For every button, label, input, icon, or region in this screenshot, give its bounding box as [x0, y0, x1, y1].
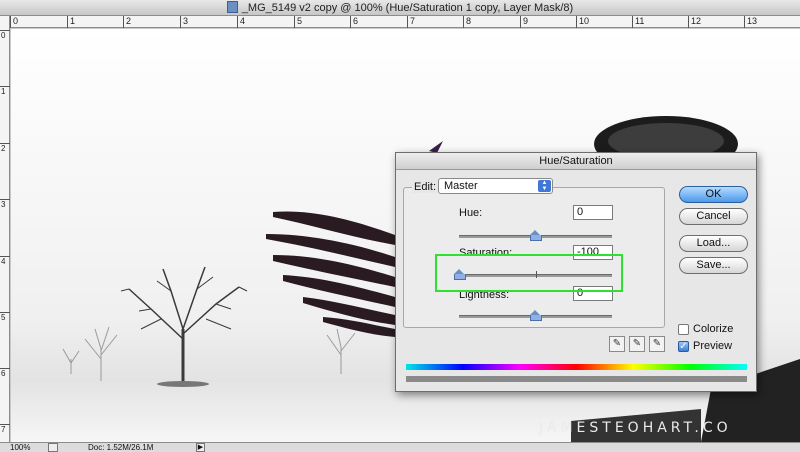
ruler-tick: 12	[688, 16, 701, 28]
ruler-tick: 11	[632, 16, 644, 28]
watermark-text: JAMESTEOHART.CO	[539, 420, 732, 436]
window-title-bar: _MG_5149 v2 copy @ 100% (Hue/Saturation …	[0, 0, 800, 16]
dialog-title: Hue/Saturation	[396, 153, 756, 170]
cancel-button[interactable]: Cancel	[679, 208, 748, 225]
hue-slider-thumb[interactable]	[530, 230, 542, 241]
document-icon	[226, 1, 238, 13]
ruler-tick: 0	[0, 30, 10, 40]
edit-channel-select[interactable]: Master ▲ ▼	[438, 178, 553, 194]
ruler-tick: 13	[744, 16, 757, 28]
input-color-spectrum	[406, 364, 747, 370]
ruler-tick: 7	[0, 424, 10, 434]
lightness-slider-thumb[interactable]	[530, 310, 542, 321]
ruler-tick: 5	[0, 312, 10, 322]
saturation-highlight-box	[435, 254, 623, 292]
edit-label: Edit:	[412, 181, 439, 193]
ruler-tick: 9	[520, 16, 528, 28]
ruler-tick: 1	[67, 16, 75, 28]
ruler-tick: 4	[0, 256, 10, 266]
preview-label[interactable]: Preview	[693, 340, 732, 352]
top-ruler[interactable]: 0 1 2 3 4 5 6 7 8 9 10 11 12 13	[10, 16, 800, 28]
ruler-tick: 2	[0, 143, 10, 153]
ruler-tick: 2	[123, 16, 131, 28]
tree-shadow	[157, 381, 209, 387]
zoom-level[interactable]: 100%	[10, 443, 30, 452]
ruler-tick: 3	[0, 199, 10, 209]
eyedropper-icon[interactable]: ✎	[609, 336, 625, 352]
colorize-checkbox[interactable]	[678, 324, 689, 335]
ruler-tick: 5	[294, 16, 302, 28]
ruler-tick: 8	[463, 16, 471, 28]
colorize-label[interactable]: Colorize	[693, 323, 733, 335]
preview-checkbox[interactable]: ✓	[678, 341, 689, 352]
left-ruler[interactable]: 0 1 2 3 4 5 6 7	[0, 16, 10, 442]
eyedropper-plus-icon[interactable]: ✎	[629, 336, 645, 352]
ruler-tick: 6	[0, 368, 10, 378]
ruler-tick: 1	[0, 86, 10, 96]
ruler-tick: 4	[237, 16, 245, 28]
ruler-tick: 7	[407, 16, 415, 28]
ruler-tick: 10	[576, 16, 589, 28]
edit-channel-value: Master	[444, 180, 478, 192]
eyedropper-minus-icon[interactable]: ✎	[649, 336, 665, 352]
select-arrows-icon: ▲ ▼	[538, 180, 551, 192]
load-button[interactable]: Load...	[679, 235, 748, 252]
save-button[interactable]: Save...	[679, 257, 748, 274]
ruler-tick: 0	[10, 16, 18, 28]
status-menu-arrow-icon[interactable]: ▶	[196, 443, 205, 452]
hue-input[interactable]: 0	[573, 205, 613, 220]
hue-label: Hue:	[459, 207, 483, 219]
ok-button[interactable]: OK	[679, 186, 748, 203]
status-bar: 100% Doc: 1.52M/26.1M ▶	[0, 442, 800, 452]
ruler-tick: 3	[180, 16, 188, 28]
document-size: Doc: 1.52M/26.1M	[88, 443, 154, 452]
window-title: _MG_5149 v2 copy @ 100% (Hue/Saturation …	[241, 2, 574, 14]
output-color-spectrum	[406, 376, 747, 382]
ruler-tick: 6	[350, 16, 358, 28]
navigator-icon[interactable]	[48, 443, 58, 452]
